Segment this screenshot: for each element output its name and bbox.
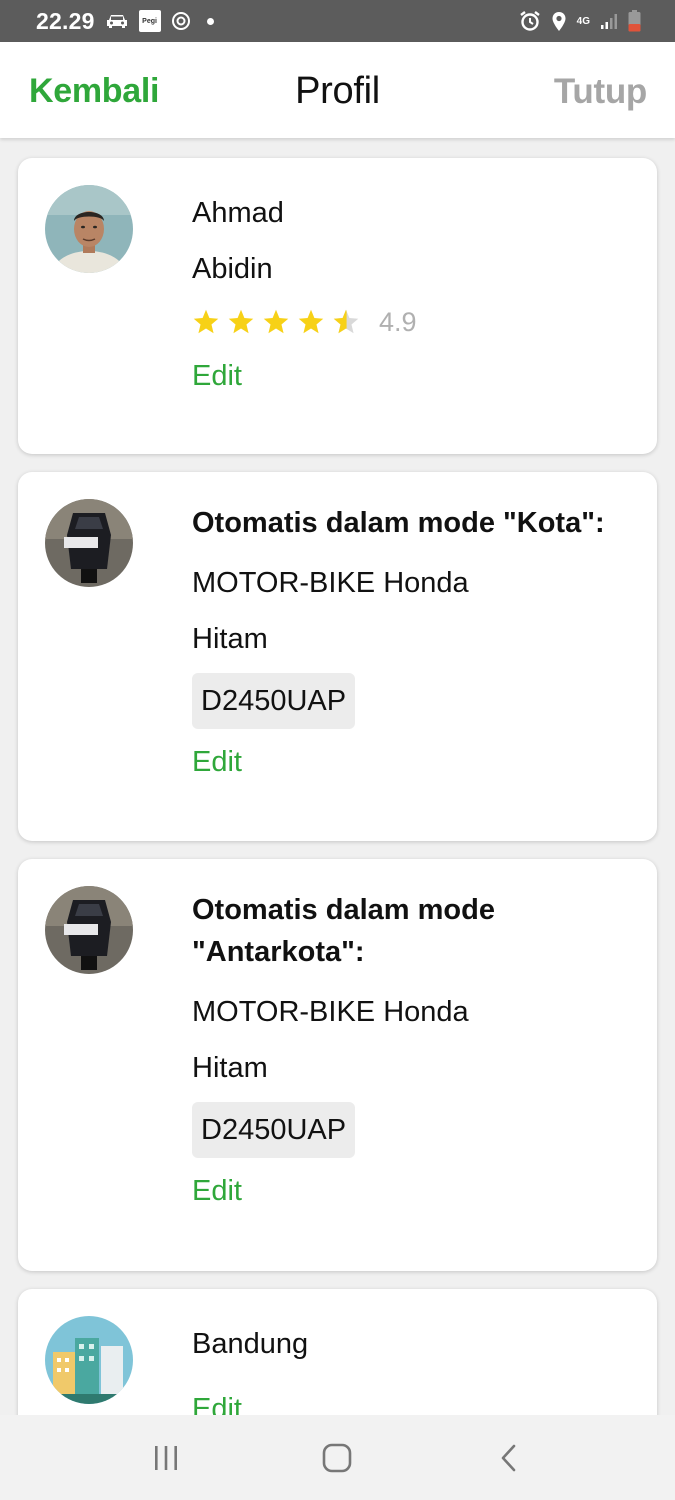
- recent-apps-button[interactable]: [136, 1433, 196, 1483]
- profile-content[interactable]: Ahmad Abidin 4.9 Edit Otomatis dalam mod…: [0, 138, 675, 1415]
- edit-city-button[interactable]: Edit: [192, 1380, 242, 1415]
- status-bar: 22.29 Pegi 4G: [0, 0, 675, 42]
- vehicle-info: Otomatis dalam mode "Kota": MOTOR-BIKE H…: [192, 499, 637, 791]
- star-icon: [263, 309, 289, 334]
- vehicle-card-kota: Otomatis dalam mode "Kota": MOTOR-BIKE H…: [18, 472, 657, 841]
- rating-value: 4.9: [379, 306, 417, 337]
- system-nav-bar: [0, 1415, 675, 1500]
- driver-rating: 4.9: [192, 297, 637, 347]
- mode-title: Otomatis dalam mode "Antarkota":: [192, 894, 495, 968]
- recent-apps-icon: [154, 1445, 177, 1470]
- edit-profile-button[interactable]: Edit: [192, 347, 242, 405]
- driver-avatar: [45, 185, 133, 273]
- vehicle-model: MOTOR-BIKE Honda: [192, 567, 469, 599]
- vehicle-color: Hitam: [192, 1052, 268, 1084]
- star-half-icon: [333, 309, 359, 334]
- mode-title: Otomatis dalam mode "Kota":: [192, 507, 605, 539]
- chevron-left-icon: [501, 1444, 516, 1471]
- city-info: Bandung Edit: [192, 1316, 637, 1415]
- driver-first-name: Ahmad: [192, 197, 284, 229]
- profile-card: Ahmad Abidin 4.9 Edit: [18, 158, 657, 454]
- license-plate: D2450UAP: [192, 1102, 356, 1158]
- vehicle-model: MOTOR-BIKE Honda: [192, 996, 469, 1028]
- network-type-icon: 4G: [576, 15, 590, 27]
- vehicle-photo: [45, 499, 133, 587]
- city-image: [45, 1316, 133, 1404]
- home-button[interactable]: [307, 1433, 367, 1483]
- license-plate: D2450UAP: [192, 673, 356, 729]
- back-nav-button[interactable]: [479, 1433, 539, 1483]
- app-header: Kembali Profil Tutup: [0, 42, 675, 138]
- car-icon: [105, 12, 129, 30]
- vehicle-info: Otomatis dalam mode "Antarkota": MOTOR-B…: [192, 886, 637, 1220]
- star-icon: [228, 309, 254, 334]
- driver-info: Ahmad Abidin 4.9 Edit: [192, 185, 637, 405]
- vehicle-card-antarkota: Otomatis dalam mode "Antarkota": MOTOR-B…: [18, 859, 657, 1271]
- edit-vehicle-button[interactable]: Edit: [192, 733, 242, 791]
- city-name: Bandung: [192, 1328, 309, 1360]
- pegi-icon: Pegi: [138, 10, 161, 32]
- star-icon: [193, 309, 219, 334]
- close-button[interactable]: Tutup: [554, 72, 647, 112]
- driver-last-name: Abidin: [192, 253, 273, 285]
- star-icon: [298, 309, 324, 334]
- city-card: Bandung Edit: [18, 1289, 657, 1415]
- notification-dot-icon: [206, 17, 214, 25]
- status-time: 22.29: [36, 7, 95, 34]
- edit-vehicle-button[interactable]: Edit: [192, 1162, 242, 1220]
- location-icon: [551, 11, 567, 32]
- vehicle-color: Hitam: [192, 623, 268, 655]
- vehicle-photo: [45, 886, 133, 974]
- alarm-icon: [519, 10, 541, 32]
- sync-icon: [171, 11, 191, 31]
- battery-low-icon: [628, 10, 641, 32]
- home-icon: [323, 1443, 352, 1472]
- signal-icon: [600, 12, 618, 30]
